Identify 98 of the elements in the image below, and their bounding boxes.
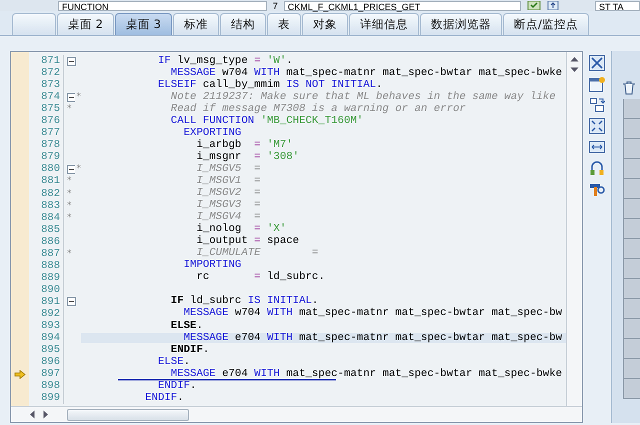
comment-marker: *: [67, 176, 72, 186]
code-line: MESSAGE w704 WITH mat_spec-matnr mat_spec-bwtar mat_spec-bwke: [170, 68, 564, 78]
line-number: 899: [40, 392, 61, 404]
check-icon[interactable]: [526, 1, 541, 10]
code-line: I_MSGV4 =: [195, 212, 262, 223]
code-line: I_MSGV5 =: [195, 164, 262, 174]
line-number: 876: [40, 115, 61, 128]
line-number: 879: [40, 151, 61, 164]
collapse-icon[interactable]: [67, 56, 76, 66]
line-number: 892: [40, 308, 61, 320]
line-number: 881: [40, 175, 61, 188]
line-number: 890: [40, 284, 61, 296]
comment-marker: *: [76, 164, 81, 174]
horizontal-scrollbar[interactable]: [11, 406, 582, 422]
program-name-field[interactable]: CKML_F_CKML1_PRICES_GET: [284, 0, 521, 10]
code-line: I_MSGV3 =: [195, 200, 262, 211]
code-line: I_MSGV1 =: [195, 176, 262, 186]
upload-icon[interactable]: [546, 1, 559, 10]
headset-icon[interactable]: [589, 160, 606, 176]
code-line: Read if message M7308 is a warning or an error: [170, 104, 467, 114]
line-number: 872: [40, 67, 61, 80]
scroll-right-icon[interactable]: [43, 410, 49, 420]
tab[interactable]: 结构: [220, 13, 266, 35]
line-number: 875: [40, 103, 61, 116]
code-line: I_CUMULATE =: [195, 248, 320, 259]
scroll-down-icon[interactable]: [570, 67, 580, 73]
collapse-icon[interactable]: [67, 164, 74, 174]
line-number: 886: [40, 236, 61, 248]
scroll-left-icon[interactable]: [29, 410, 35, 420]
line-number: 887: [40, 248, 61, 260]
line-number: 895: [40, 344, 61, 356]
vertical-scrollbar[interactable]: [566, 52, 582, 406]
width-icon[interactable]: [589, 139, 606, 155]
scroll-up-icon[interactable]: [570, 56, 580, 62]
collapse-icon[interactable]: [67, 297, 76, 306]
line-number: 882: [40, 188, 61, 200]
line-number: 873: [40, 79, 61, 92]
tab[interactable]: 断点/监控点: [502, 13, 589, 35]
code-line: Note 2119237: Make sure that ML behaves in the same way like: [170, 92, 557, 102]
code-line: ENDIF.: [144, 392, 185, 404]
tab[interactable]: 桌面 2: [57, 13, 114, 35]
code-line: IF lv_msg_type = 'W'.: [156, 56, 294, 66]
code-line: i_output = space: [195, 236, 300, 247]
code-line: rc = ld_subrc.: [195, 272, 326, 283]
code-line: EXPORTING: [182, 128, 242, 138]
layout-icon[interactable]: [589, 97, 606, 113]
tab[interactable]: 桌面 3: [114, 13, 172, 35]
code-line: i_msgnr = '308': [195, 152, 300, 162]
line-number: 883: [40, 200, 61, 212]
close-icon[interactable]: [589, 55, 606, 71]
fullscreen-icon[interactable]: [589, 118, 606, 134]
line-number: 898: [40, 380, 61, 392]
code-line: ELSEIF call_by_mmim IS NOT INITIAL.: [156, 80, 384, 90]
comment-marker: *: [67, 104, 72, 114]
comment-marker: *: [67, 248, 72, 259]
line-number: 891: [40, 296, 61, 308]
line-number: 896: [40, 356, 61, 368]
code-line: i_nolog = 'X': [195, 224, 288, 235]
new-window-icon[interactable]: [589, 76, 606, 92]
tool-icon[interactable]: [589, 181, 606, 197]
tab[interactable]: 表: [266, 13, 301, 35]
comment-marker: *: [67, 200, 72, 211]
code-line: CALL FUNCTION 'MB_CHECK_T160M': [170, 116, 364, 126]
line-number: 874: [40, 91, 61, 104]
line-number: 894: [40, 332, 61, 344]
comment-marker: *: [67, 212, 72, 223]
line-number: 884: [40, 212, 61, 224]
code-line: ELSE.: [170, 320, 204, 332]
line-number: 888: [40, 260, 61, 272]
code-line: MESSAGE e704 WITH mat_spec-matnr mat_spec-bwtar mat_spec-bwke: [170, 368, 564, 380]
table-field[interactable]: ST TA: [594, 0, 640, 10]
tab[interactable]: 数据浏览器: [420, 13, 502, 35]
code-line: ENDIF.: [170, 344, 210, 356]
code-line: I_MSGV2 =: [195, 188, 262, 199]
collapse-icon[interactable]: [67, 92, 74, 102]
comment-marker: *: [76, 92, 81, 102]
code-line: ELSE.: [156, 356, 192, 368]
tab[interactable]: 详细信息: [348, 13, 419, 35]
tab[interactable]: 标准: [172, 13, 219, 35]
line-number: 877: [40, 127, 61, 140]
line-number: 880: [40, 163, 61, 176]
line-number: 897: [40, 368, 61, 380]
line-number: 878: [40, 139, 61, 152]
separator-text: 7: [272, 0, 278, 10]
code-line: MESSAGE w704 WITH mat_spec-matnr mat_spec-bwtar mat_spec-bw: [182, 308, 564, 319]
code-line: i_arbgb = 'M7': [195, 140, 294, 150]
line-number: 871: [40, 55, 61, 68]
code-line: IMPORTING: [182, 260, 242, 271]
type-field[interactable]: FUNCTION: [58, 0, 267, 10]
tab[interactable]: 对象: [302, 13, 348, 35]
line-number: 893: [40, 320, 61, 332]
comment-marker: *: [67, 188, 72, 199]
scroll-thumb[interactable]: [67, 408, 189, 421]
code-line: IF ld_subrc IS INITIAL.: [170, 296, 320, 307]
code-line: ENDIF.: [156, 380, 198, 392]
line-number: 885: [40, 224, 61, 236]
line-number: 889: [40, 272, 61, 284]
trash-icon[interactable]: [622, 81, 636, 95]
